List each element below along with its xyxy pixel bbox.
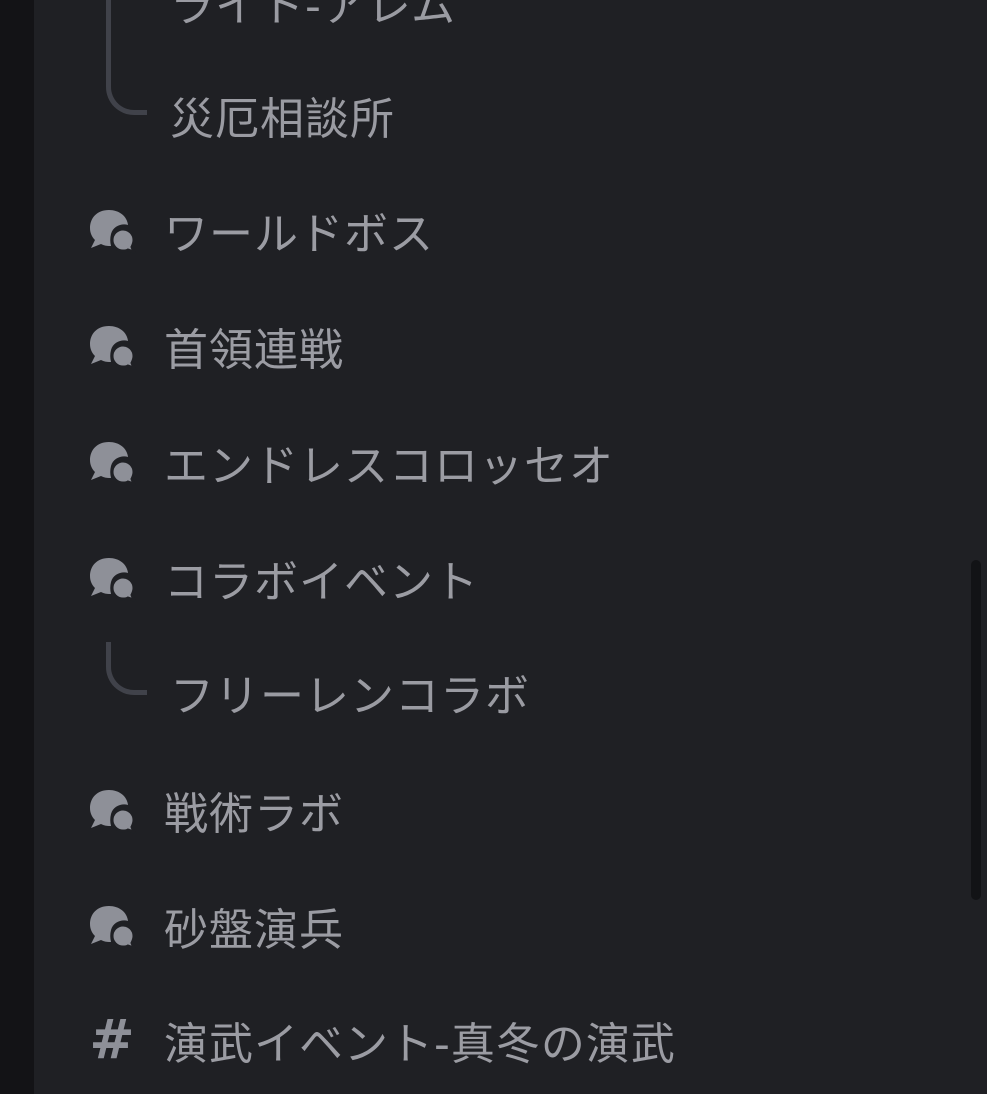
- text-channel-label: 演武イベント-真冬の演武: [164, 1019, 676, 1070]
- server-sidebar-edge: [0, 0, 34, 1094]
- hash-icon: #: [89, 1008, 135, 1071]
- app-window: ライト-アレム 災厄相談所 ワールドボス 首領連戦 エンドレスコロッセオ コラボ…: [0, 0, 987, 1094]
- forum-channel-item[interactable]: 戦術ラボ: [34, 770, 954, 850]
- forum-icon: [86, 900, 138, 952]
- forum-icon: [86, 320, 138, 372]
- forum-channel-label: ワールドボス: [164, 209, 434, 260]
- forum-icon: [86, 436, 138, 488]
- forum-channel-label: 戦術ラボ: [164, 789, 344, 840]
- thread-item[interactable]: フリーレンコラボ: [34, 652, 954, 732]
- forum-channel-label: コラボイベント: [164, 557, 479, 608]
- forum-channel-label: 砂盤演兵: [164, 905, 344, 956]
- text-channel-item[interactable]: # 演武イベント-真冬の演武: [34, 1000, 954, 1080]
- thread-label: ライト-アレム: [170, 0, 456, 32]
- forum-channel-item[interactable]: 砂盤演兵: [34, 886, 954, 966]
- forum-icon: [86, 784, 138, 836]
- forum-channel-label: エンドレスコロッセオ: [164, 441, 614, 492]
- forum-channel-item[interactable]: ワールドボス: [34, 190, 954, 270]
- channel-list: ライト-アレム 災厄相談所 ワールドボス 首領連戦 エンドレスコロッセオ コラボ…: [34, 0, 987, 1094]
- thread-item[interactable]: 災厄相談所: [34, 75, 954, 155]
- forum-icon: [86, 204, 138, 256]
- forum-icon: [86, 552, 138, 604]
- scrollbar[interactable]: [971, 0, 981, 1094]
- thread-label: フリーレンコラボ: [170, 671, 530, 722]
- scrollbar-thumb[interactable]: [971, 560, 981, 900]
- forum-channel-item[interactable]: コラボイベント: [34, 538, 954, 618]
- thread-label: 災厄相談所: [170, 94, 395, 145]
- forum-channel-item[interactable]: 首領連戦: [34, 306, 954, 386]
- forum-channel-item[interactable]: エンドレスコロッセオ: [34, 422, 954, 502]
- forum-channel-label: 首領連戦: [164, 325, 344, 376]
- thread-item[interactable]: ライト-アレム: [34, 0, 954, 42]
